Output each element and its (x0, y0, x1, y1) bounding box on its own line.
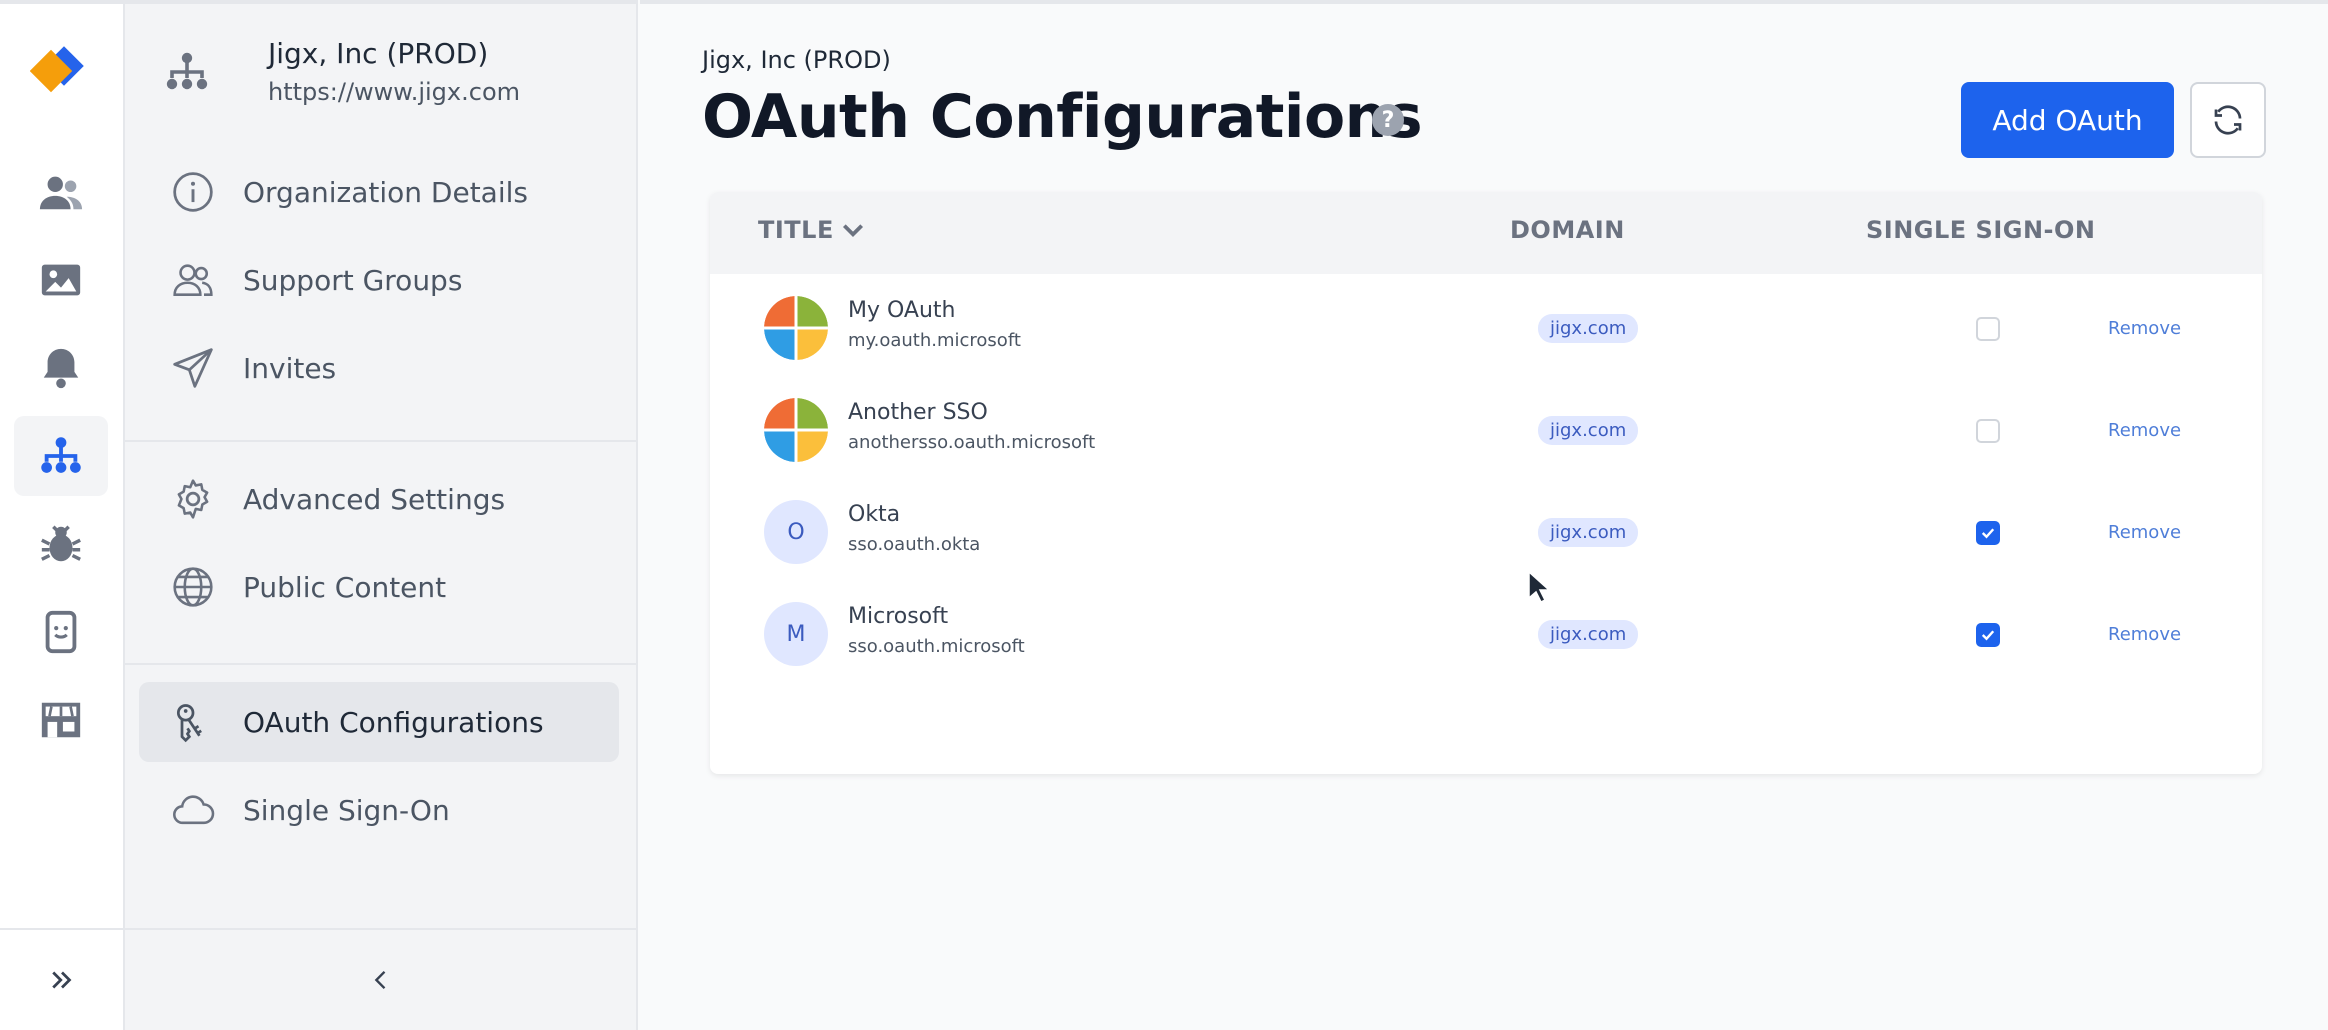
avatar: O (764, 500, 828, 564)
sidebar-item-organization-details[interactable]: Organization Details (139, 152, 619, 232)
oauth-title: Microsoft (848, 604, 949, 629)
sidebar-item-label: Invites (243, 351, 337, 385)
oauth-title: Another SSO (848, 400, 988, 425)
users-icon (39, 176, 83, 210)
table-row[interactable]: Another SSO anothersso.oauth.microsoft j… (710, 376, 2262, 478)
sidebar-item-label: Organization Details (243, 175, 528, 209)
sidebar-item-invites[interactable]: Invites (139, 328, 619, 408)
org-name: Jigx, Inc (PROD) (268, 37, 489, 70)
mouse-cursor-icon (1528, 570, 1551, 604)
sso-checkbox[interactable] (1976, 317, 2000, 341)
chevron-left-icon (374, 971, 385, 989)
chevron-down-icon (842, 224, 863, 238)
sso-checkbox[interactable] (1976, 521, 2000, 545)
org-chart-icon (163, 48, 211, 96)
domain-badge: jigx.com (1538, 620, 1639, 649)
sidebar-item-label: Public Content (243, 570, 447, 604)
remove-link[interactable]: Remove (2108, 420, 2181, 441)
avatar: M (764, 602, 828, 666)
page-title: OAuth Configurations (702, 82, 1423, 152)
domain-badge: jigx.com (1538, 518, 1639, 547)
users-outline-icon (171, 258, 215, 302)
org-chart-icon (41, 437, 81, 473)
column-header-domain: DOMAIN (1510, 216, 1625, 244)
domain-badge: jigx.com (1538, 314, 1639, 343)
table-header: TITLE DOMAIN SINGLE SIGN-ON (710, 192, 2262, 274)
oauth-table: TITLE DOMAIN SINGLE SIGN-ON My OAuth my.… (710, 192, 2262, 774)
cloud-icon (171, 788, 215, 832)
oauth-id: anothersso.oauth.microsoft (848, 432, 1096, 453)
sidebar-item-label: OAuth Configurations (243, 705, 544, 739)
globe-icon (171, 565, 215, 609)
table-row[interactable]: O Okta sso.oauth.okta jigx.com Remove (710, 478, 2262, 580)
domain-badge: jigx.com (1538, 416, 1639, 445)
icon-rail (0, 0, 125, 1030)
oauth-title: Okta (848, 502, 901, 527)
phone-smile-icon (45, 610, 77, 654)
remove-link[interactable]: Remove (2108, 624, 2181, 645)
microsoft-logo-icon (764, 296, 828, 360)
gear-icon (171, 477, 215, 521)
bell-icon (43, 348, 79, 389)
sidebar-item-label: Support Groups (243, 263, 463, 297)
sidebar-item-label: Single Sign-On (243, 793, 450, 827)
column-header-title[interactable]: TITLE (758, 216, 866, 244)
sso-checkbox[interactable] (1976, 623, 2000, 647)
keys-icon (171, 700, 215, 744)
sidebar-item-oauth-configurations[interactable]: OAuth Configurations (139, 682, 619, 762)
double-chevron-right-icon (51, 971, 71, 989)
org-sidebar: Jigx, Inc (PROD) https://www.jigx.com Or… (125, 0, 638, 1030)
collapse-sidebar-button[interactable] (125, 928, 636, 1030)
refresh-button[interactable] (2190, 82, 2266, 158)
rail-mobile[interactable] (14, 592, 108, 672)
refresh-icon (2214, 105, 2242, 135)
store-icon (41, 702, 81, 738)
rail-notifications[interactable] (14, 328, 108, 408)
info-icon (171, 170, 215, 214)
oauth-id: my.oauth.microsoft (848, 330, 1021, 351)
rail-store[interactable] (14, 680, 108, 760)
expand-rail-button[interactable] (0, 928, 123, 1030)
check-icon (1981, 528, 1995, 539)
microsoft-logo-icon (764, 398, 828, 462)
rail-logs[interactable] (14, 504, 108, 584)
sidebar-divider (125, 440, 636, 442)
sidebar-item-advanced-settings[interactable]: Advanced Settings (139, 459, 619, 539)
table-row[interactable]: M Microsoft sso.oauth.microsoft jigx.com… (710, 580, 2262, 682)
bug-icon (41, 525, 81, 562)
image-folder-icon (41, 264, 81, 296)
table-row[interactable]: My OAuth my.oauth.microsoft jigx.com Rem… (710, 274, 2262, 376)
rail-organization[interactable] (14, 416, 108, 496)
add-oauth-button[interactable]: Add OAuth (1961, 82, 2174, 158)
org-url: https://www.jigx.com (268, 78, 520, 106)
rail-content[interactable] (14, 240, 108, 320)
remove-link[interactable]: Remove (2108, 522, 2181, 543)
oauth-id: sso.oauth.okta (848, 534, 981, 555)
org-header: Jigx, Inc (PROD) https://www.jigx.com (163, 34, 623, 114)
breadcrumb: Jigx, Inc (PROD) (702, 46, 891, 74)
check-icon (1981, 630, 1995, 641)
column-header-sso: SINGLE SIGN-ON (1866, 216, 2096, 244)
rail-users[interactable] (14, 152, 108, 232)
sso-checkbox[interactable] (1976, 419, 2000, 443)
sidebar-item-support-groups[interactable]: Support Groups (139, 240, 619, 320)
remove-link[interactable]: Remove (2108, 318, 2181, 339)
paper-plane-icon (171, 346, 215, 390)
main-content: Jigx, Inc (PROD) OAuth Configurations ? … (640, 0, 2328, 1030)
jigx-logo-icon[interactable] (29, 44, 94, 100)
sidebar-divider (125, 663, 636, 665)
sidebar-item-label: Advanced Settings (243, 482, 506, 516)
oauth-id: sso.oauth.microsoft (848, 636, 1025, 657)
oauth-title: My OAuth (848, 298, 956, 323)
sidebar-item-single-sign-on[interactable]: Single Sign-On (139, 770, 619, 850)
help-icon[interactable]: ? (1372, 104, 1404, 136)
sidebar-item-public-content[interactable]: Public Content (139, 547, 619, 627)
